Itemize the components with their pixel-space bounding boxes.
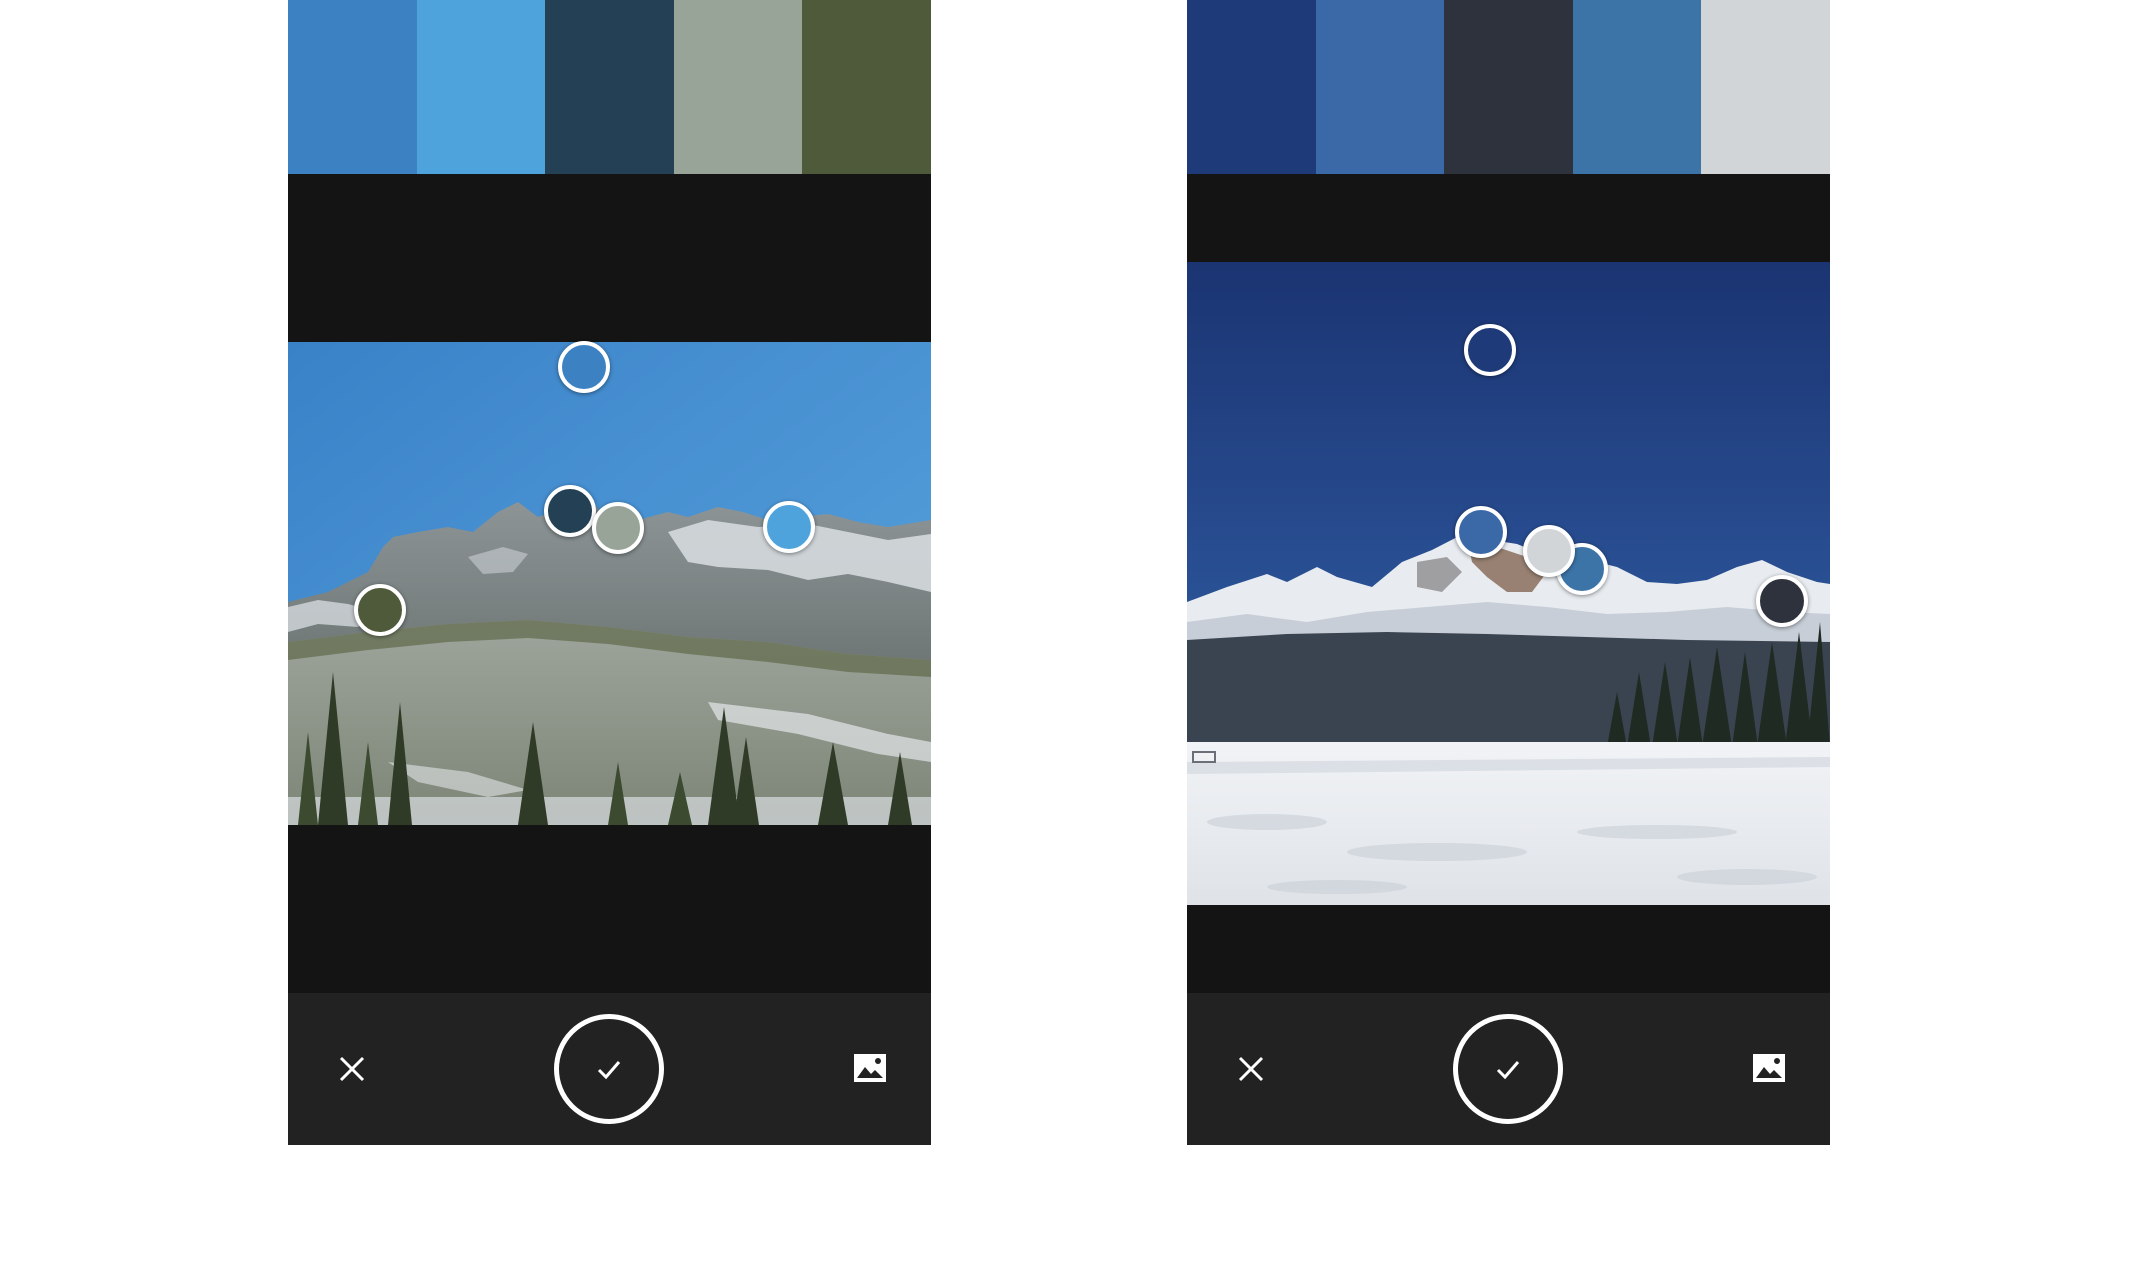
color-picker-2[interactable]	[544, 485, 596, 537]
check-icon	[1496, 1061, 1520, 1080]
close-icon	[1238, 1056, 1264, 1082]
phone-screen-left	[288, 0, 931, 1145]
confirm-button[interactable]	[554, 1014, 664, 1124]
palette-swatch-5[interactable]	[802, 0, 931, 174]
palette-swatch-5[interactable]	[1701, 0, 1830, 174]
close-button[interactable]	[328, 1045, 376, 1093]
color-picker-4[interactable]	[763, 501, 815, 553]
close-button[interactable]	[1227, 1045, 1275, 1093]
palette-swatch-4[interactable]	[1572, 0, 1702, 174]
palette-swatch-2[interactable]	[416, 0, 546, 174]
gallery-button[interactable]	[1745, 1045, 1793, 1093]
color-picker-1[interactable]	[1464, 324, 1516, 376]
image-icon	[854, 1054, 886, 1082]
confirm-button[interactable]	[1453, 1014, 1563, 1124]
bottom-toolbar	[288, 993, 931, 1145]
gallery-button[interactable]	[846, 1045, 894, 1093]
color-picker-3[interactable]	[592, 502, 644, 554]
color-picker-2[interactable]	[1455, 506, 1507, 558]
color-picker-1[interactable]	[558, 341, 610, 393]
palette-swatch-3[interactable]	[545, 0, 674, 174]
palette-swatch-1[interactable]	[1187, 0, 1316, 174]
palette-swatch-1[interactable]	[288, 0, 417, 174]
color-palette	[288, 0, 931, 174]
color-picker-4[interactable]	[1523, 525, 1575, 577]
color-palette	[1187, 0, 1830, 174]
palette-swatch-3[interactable]	[1444, 0, 1573, 174]
palette-swatch-2[interactable]	[1315, 0, 1445, 174]
palette-swatch-4[interactable]	[673, 0, 803, 174]
color-picker-5[interactable]	[354, 584, 406, 636]
close-icon	[339, 1056, 365, 1082]
bottom-toolbar	[1187, 993, 1830, 1145]
phone-screen-right	[1187, 0, 1830, 1145]
color-picker-5[interactable]	[1756, 575, 1808, 627]
check-icon	[597, 1061, 621, 1080]
image-icon	[1753, 1054, 1785, 1082]
